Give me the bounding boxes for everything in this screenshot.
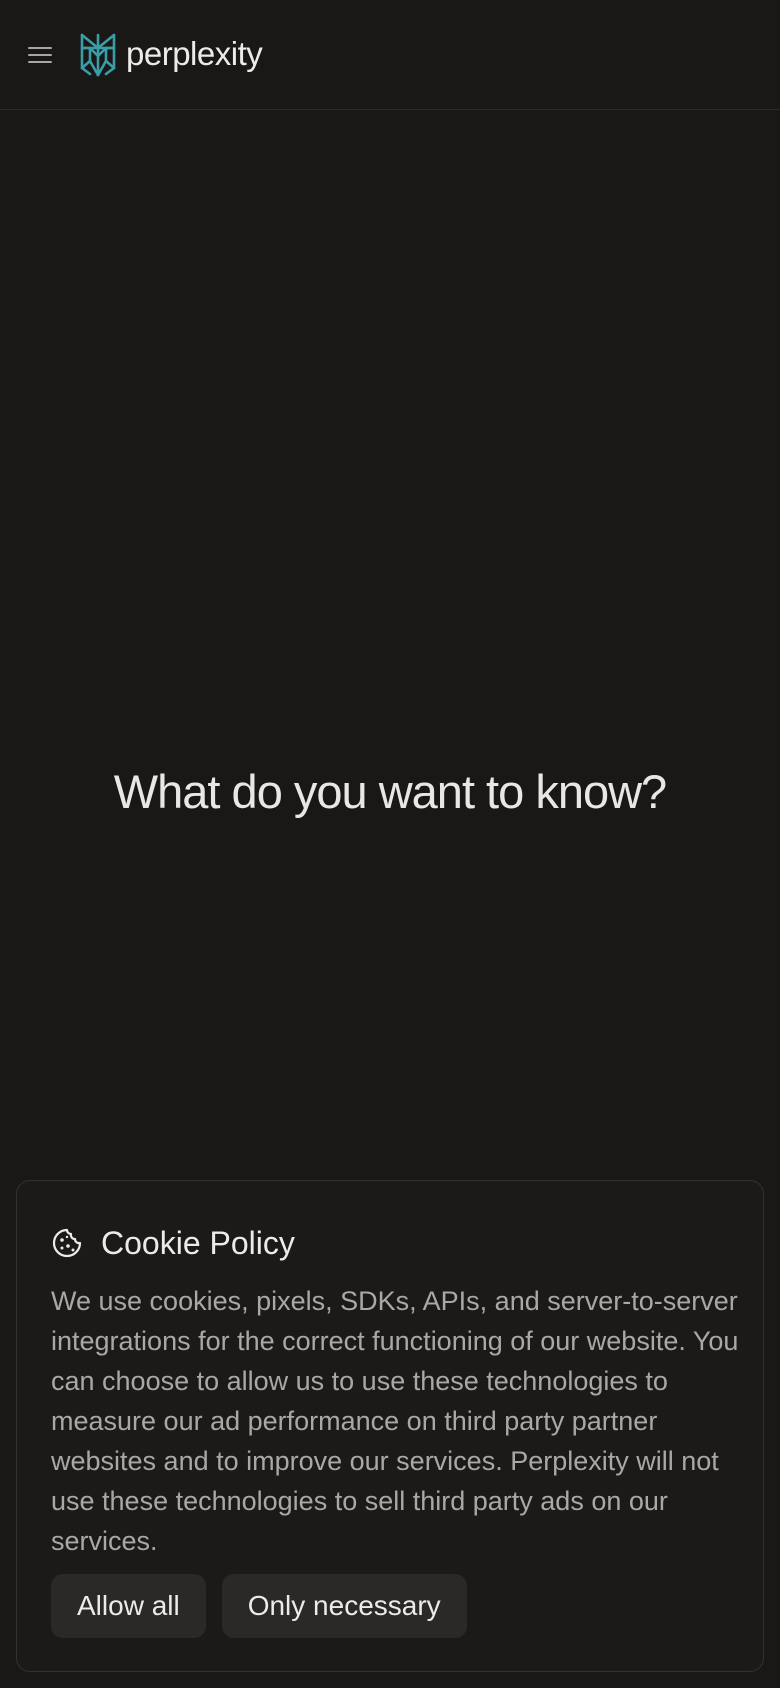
hero-title: What do you want to know? — [113, 765, 667, 818]
cookie-banner-actions: Allow all Only necessary — [51, 1574, 467, 1638]
brand-name: perplexity — [126, 34, 263, 72]
cookie-banner-text: We use cookies, pixels, SDKs, APIs, and … — [51, 1286, 739, 1556]
only-necessary-button[interactable]: Only necessary — [221, 1574, 467, 1638]
cookie-banner-header: Cookie Policy — [51, 1223, 295, 1263]
cookie-icon — [52, 1228, 82, 1258]
brand-logo[interactable]: perplexity — [78, 30, 263, 80]
hamburger-menu-icon — [28, 47, 52, 63]
cookie-policy-banner: Cookie Policy We use cookies, pixels, SD… — [16, 1180, 764, 1672]
allow-all-button[interactable]: Allow all — [51, 1574, 206, 1638]
top-header: perplexity — [0, 0, 780, 110]
menu-button[interactable] — [22, 38, 58, 72]
perplexity-logo-icon — [80, 33, 116, 77]
cookie-banner-title: Cookie Policy — [101, 1225, 295, 1261]
